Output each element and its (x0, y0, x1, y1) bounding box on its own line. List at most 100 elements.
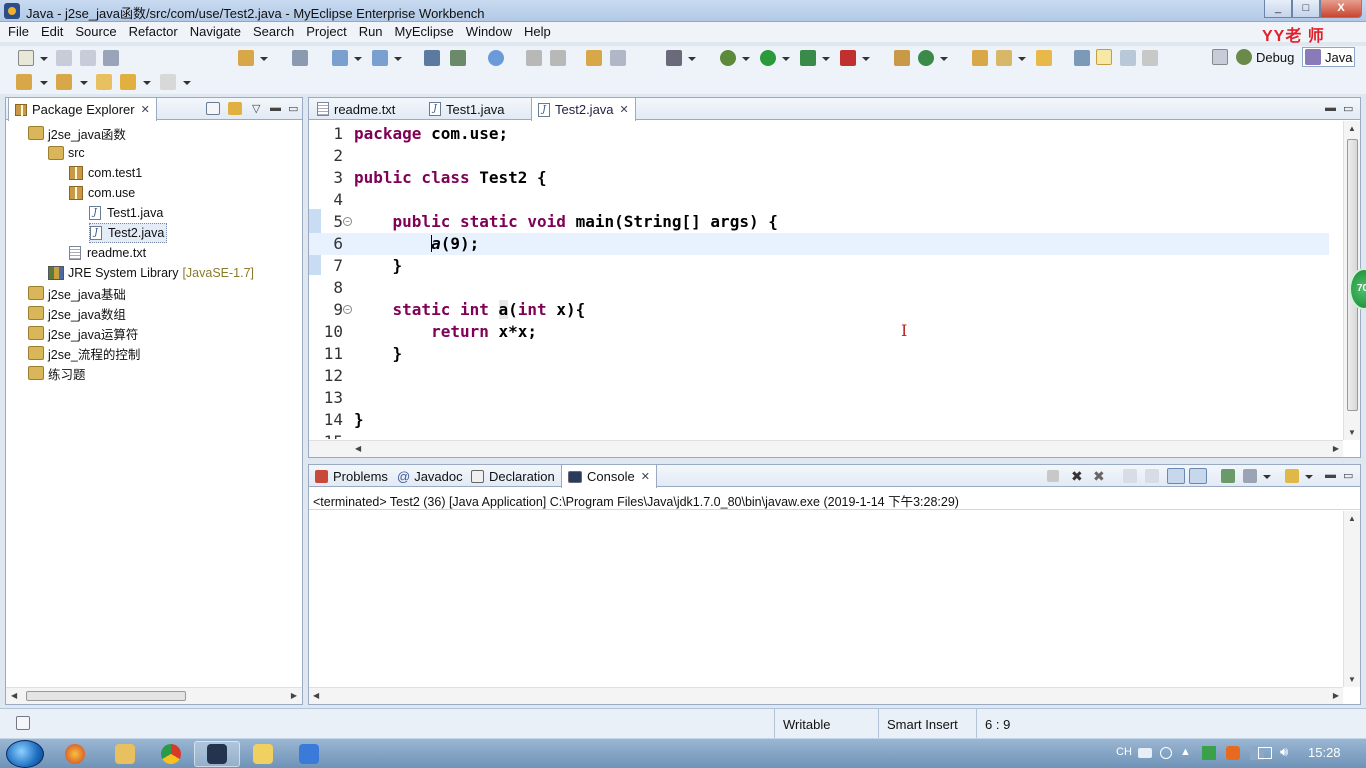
maximize-editor-icon[interactable]: ▭ (1343, 102, 1353, 115)
tree-package-test1[interactable]: com.test1 (69, 163, 142, 183)
pin-console-icon[interactable] (1221, 469, 1235, 483)
tree-src[interactable]: src (48, 143, 85, 163)
new-class-dropdown-icon[interactable] (940, 57, 948, 61)
maximize-view-icon[interactable]: ▭ (288, 102, 298, 115)
run-icon[interactable] (760, 50, 776, 66)
save-icon[interactable] (56, 50, 72, 66)
taskbar-app-1[interactable] (52, 741, 98, 767)
fold-toggle-icon[interactable]: − (343, 217, 352, 226)
run-last-icon[interactable] (800, 50, 816, 66)
editor-hscrollbar[interactable]: ◀ ▶ (309, 440, 1343, 457)
volume-icon[interactable]: 🔊︎ (1280, 744, 1288, 760)
open-console-dropdown-icon[interactable] (1305, 475, 1313, 479)
next-edit-dropdown-icon[interactable] (40, 81, 48, 85)
scroll-right-icon[interactable]: ▶ (1333, 691, 1339, 700)
tree-project-basics[interactable]: j2se_java基础 (28, 283, 126, 303)
tree-project-functions[interactable]: j2se_java函数 (28, 123, 126, 143)
close-tab-icon[interactable]: ✕ (141, 103, 150, 116)
pencil-dropdown-icon[interactable] (1018, 57, 1026, 61)
tree-project-flow-control[interactable]: j2se_流程的控制 (28, 343, 140, 363)
menu-run[interactable]: Run (355, 22, 387, 42)
keyboard-icon[interactable] (1138, 748, 1152, 758)
scroll-left-icon[interactable]: ◀ (11, 691, 17, 700)
scroll-right-icon[interactable]: ▶ (291, 691, 297, 700)
prev-edit-icon[interactable] (56, 74, 72, 90)
tab-readme[interactable]: readme.txt (311, 98, 401, 120)
tray-expand-icon[interactable]: ▲ (1180, 746, 1191, 758)
tree-project-arrays[interactable]: j2se_java数组 (28, 303, 126, 323)
show-stderr-icon[interactable] (1189, 468, 1207, 484)
web-wizard-icon[interactable] (372, 50, 388, 66)
deploy-dropdown-icon[interactable] (260, 57, 268, 61)
taskbar-clock[interactable]: 15:28 (1308, 745, 1341, 760)
camera-dropdown-icon[interactable] (688, 57, 696, 61)
taskbar-help[interactable] (240, 741, 286, 767)
new-class-icon[interactable] (918, 50, 934, 66)
menu-search[interactable]: Search (249, 22, 298, 42)
menu-file[interactable]: File (4, 22, 33, 42)
console-vscrollbar[interactable]: ▲ ▼ (1343, 511, 1360, 687)
terminate-icon[interactable] (1047, 470, 1059, 482)
external-tools-icon[interactable] (550, 50, 566, 66)
show-whitespace-icon[interactable] (1142, 50, 1158, 66)
tray-app2-icon[interactable] (1226, 746, 1240, 760)
tree-package-use[interactable]: com.use (69, 183, 135, 203)
save-all-icon[interactable] (80, 50, 96, 66)
close-button[interactable]: X (1320, 0, 1362, 18)
debug-icon[interactable] (720, 50, 736, 66)
remove-launch-icon[interactable]: ✖ (1071, 469, 1085, 483)
run-dropdown-icon[interactable] (782, 57, 790, 61)
new-icon[interactable] (18, 50, 34, 66)
scroll-lock-icon[interactable] (1145, 469, 1159, 483)
tree-file-test2[interactable]: J Test2.java (89, 223, 168, 243)
camera-icon[interactable] (666, 50, 682, 66)
menu-myeclipse[interactable]: MyEclipse (391, 22, 458, 42)
run-config-icon[interactable] (526, 50, 542, 66)
perspective-java[interactable]: Java (1302, 47, 1356, 67)
open-console-icon[interactable] (1285, 469, 1299, 483)
close-tab-icon[interactable]: ✕ (620, 103, 629, 116)
coverage-dropdown-icon[interactable] (862, 57, 870, 61)
scroll-up-icon[interactable]: ▲ (1348, 514, 1356, 523)
next-edit-icon[interactable] (16, 74, 32, 90)
tree-file-test1[interactable]: J Test1.java (89, 203, 163, 223)
perspective-open-icon[interactable] (1212, 49, 1232, 65)
taskbar-app-6[interactable] (286, 741, 332, 767)
last-edit-icon[interactable] (96, 74, 112, 90)
pencil-icon[interactable] (996, 50, 1012, 66)
tab-test2[interactable]: J Test2.java ✕ (531, 98, 636, 121)
clear-console-icon[interactable] (1123, 469, 1137, 483)
mark-occurrences-icon[interactable] (1096, 49, 1112, 65)
display-console-dropdown-icon[interactable] (1263, 475, 1271, 479)
tray-app-icon[interactable] (1202, 746, 1216, 760)
maximize-console-icon[interactable]: ▭ (1343, 469, 1353, 482)
menu-help[interactable]: Help (520, 22, 555, 42)
tab-test1[interactable]: J Test1.java (423, 98, 511, 120)
taskbar-chrome[interactable] (148, 741, 194, 767)
menu-edit[interactable]: Edit (37, 22, 67, 42)
coverage-icon[interactable] (840, 50, 856, 66)
prev-edit-dropdown-icon[interactable] (80, 81, 88, 85)
minimize-editor-icon[interactable]: ▬ (1325, 102, 1336, 114)
show-stdout-icon[interactable] (1167, 468, 1185, 484)
menu-navigate[interactable]: Navigate (186, 22, 245, 42)
back-arrow-icon[interactable] (120, 74, 136, 90)
next-annotation-icon[interactable] (1074, 50, 1090, 66)
explorer-hscrollbar[interactable]: ◀ ▶ (6, 687, 302, 704)
perspective-debug[interactable]: Debug (1236, 49, 1294, 65)
debug-dropdown-icon[interactable] (742, 57, 750, 61)
block-selection-icon[interactable] (1120, 50, 1136, 66)
tab-javadoc[interactable]: @ Javadoc (391, 465, 469, 487)
tab-package-explorer[interactable]: Package Explorer ✕ (8, 98, 157, 121)
scroll-up-icon[interactable]: ▲ (1348, 124, 1356, 133)
menu-source[interactable]: Source (71, 22, 120, 42)
scroll-left-icon[interactable]: ◀ (355, 444, 361, 453)
view-menu-icon[interactable]: ▽ (252, 102, 260, 115)
link-editor-icon[interactable] (228, 102, 242, 115)
fast-view-icon[interactable] (16, 716, 30, 730)
forward-arrow-icon[interactable] (160, 74, 176, 90)
taskbar-explorer[interactable] (102, 741, 148, 767)
web-wizard-dropdown-icon[interactable] (394, 57, 402, 61)
tray-monitor-icon[interactable] (1258, 747, 1272, 759)
tray-language[interactable]: CH (1116, 746, 1132, 758)
